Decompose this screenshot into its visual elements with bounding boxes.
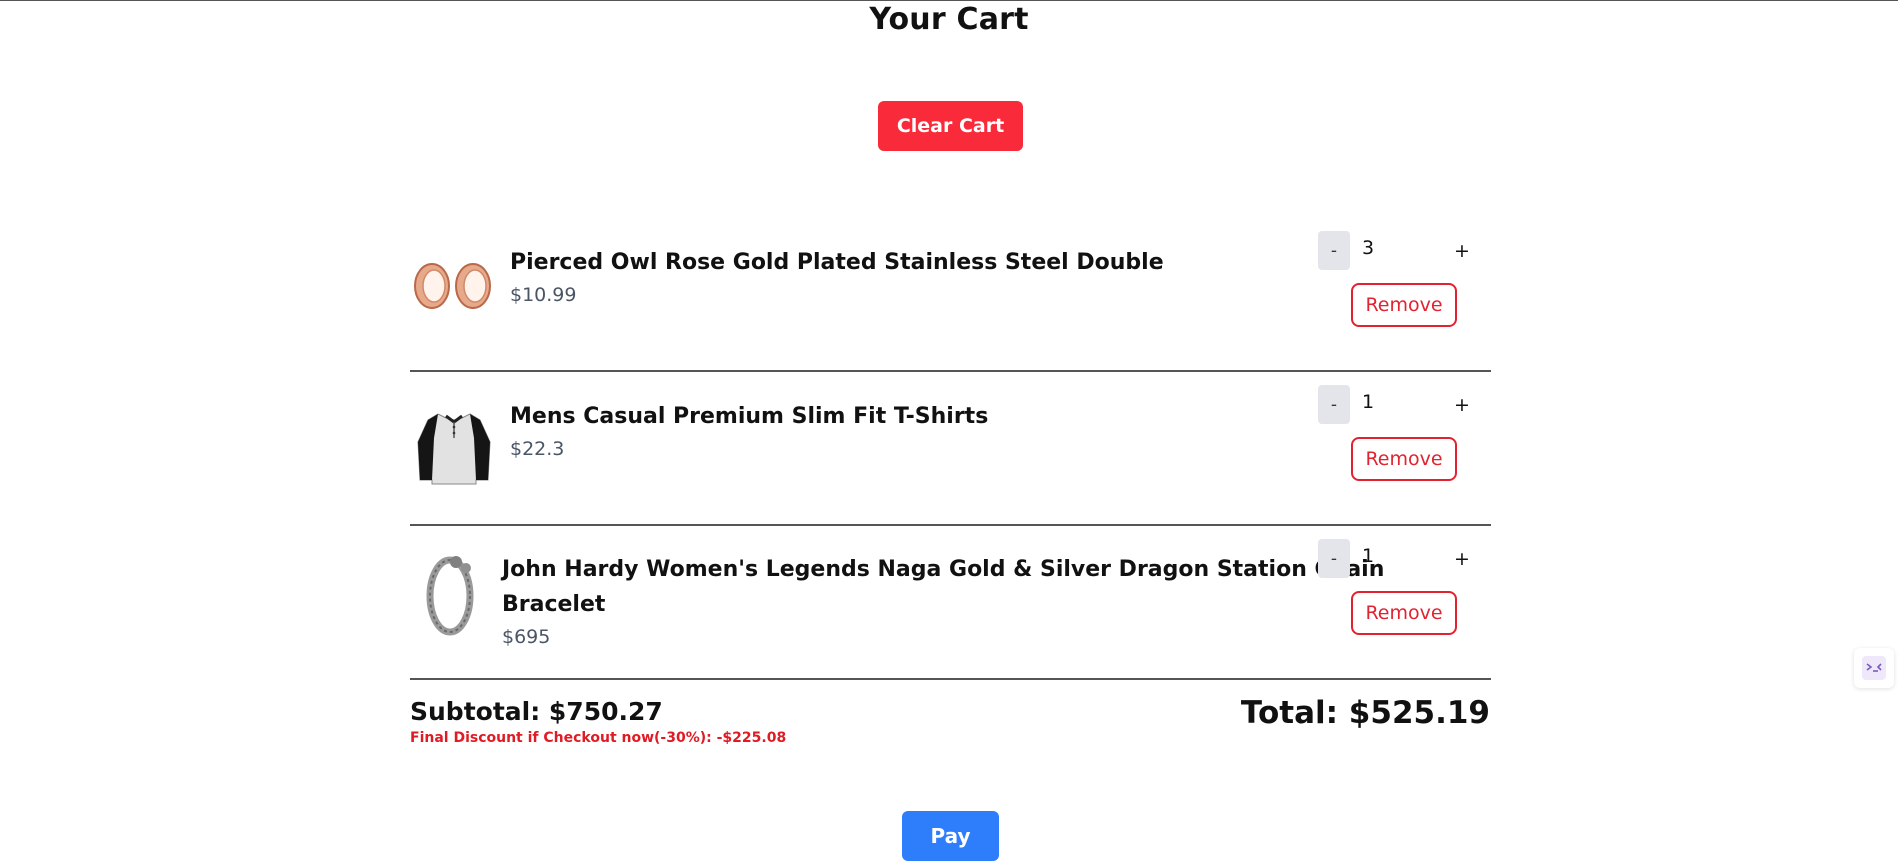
- discount-notice: Final Discount if Checkout now(-30%): -$…: [410, 730, 787, 746]
- item-name: Mens Casual Premium Slim Fit T-Shirts: [510, 404, 989, 429]
- remove-item-button[interactable]: Remove: [1351, 591, 1457, 635]
- dragon-bracelet-image: [426, 556, 474, 636]
- cart-item: Pierced Owl Rose Gold Plated Stainless S…: [410, 218, 1491, 372]
- increase-quantity-button[interactable]: +: [1446, 539, 1478, 578]
- rose-gold-plugs-image: [414, 263, 491, 309]
- remove-item-button[interactable]: Remove: [1351, 283, 1457, 327]
- item-info: Mens Casual Premium Slim Fit T-Shirts $2…: [510, 399, 988, 464]
- decrease-quantity-button[interactable]: -: [1318, 385, 1350, 424]
- item-name-line: John Hardy Women's Legends Naga Gold & S…: [502, 557, 1385, 582]
- quantity-stepper: - 1 +: [1318, 539, 1478, 578]
- item-price: $22.3: [510, 438, 565, 460]
- page-title: Your Cart: [869, 2, 1029, 37]
- item-info: John Hardy Women's Legends Naga Gold & S…: [502, 552, 1384, 652]
- item-price: $695: [502, 626, 551, 648]
- increase-quantity-button[interactable]: +: [1446, 385, 1478, 424]
- cart-item: Mens Casual Premium Slim Fit T-Shirts $2…: [410, 372, 1491, 526]
- quantity-stepper: - 1 +: [1318, 385, 1478, 424]
- quantity-value: 3: [1362, 237, 1375, 259]
- devtools-widget-icon[interactable]: [1854, 648, 1894, 688]
- top-divider: [0, 0, 1898, 1]
- item-name: Pierced Owl Rose Gold Plated Stainless S…: [510, 250, 1164, 275]
- subtotal: Subtotal: $750.27: [410, 697, 663, 726]
- item-name-line: Bracelet: [502, 592, 606, 617]
- cart-list: Pierced Owl Rose Gold Plated Stainless S…: [410, 218, 1491, 680]
- item-info: Pierced Owl Rose Gold Plated Stainless S…: [510, 245, 1164, 310]
- decrease-quantity-button[interactable]: -: [1318, 231, 1350, 270]
- quantity-value: 1: [1362, 391, 1375, 413]
- item-price: $10.99: [510, 284, 577, 306]
- quantity-value: 1: [1362, 545, 1375, 567]
- decrease-quantity-button[interactable]: -: [1318, 539, 1350, 578]
- pay-button[interactable]: Pay: [902, 811, 999, 861]
- total: Total: $525.19: [1240, 695, 1490, 731]
- terminal-icon: [1862, 656, 1886, 680]
- remove-item-button[interactable]: Remove: [1351, 437, 1457, 481]
- raglan-tshirt-image: [417, 413, 491, 485]
- clear-cart-button[interactable]: Clear Cart: [878, 101, 1023, 151]
- increase-quantity-button[interactable]: +: [1446, 231, 1478, 270]
- cart-item: John Hardy Women's Legends Naga Gold & S…: [410, 526, 1491, 680]
- quantity-stepper: - 3 +: [1318, 231, 1478, 270]
